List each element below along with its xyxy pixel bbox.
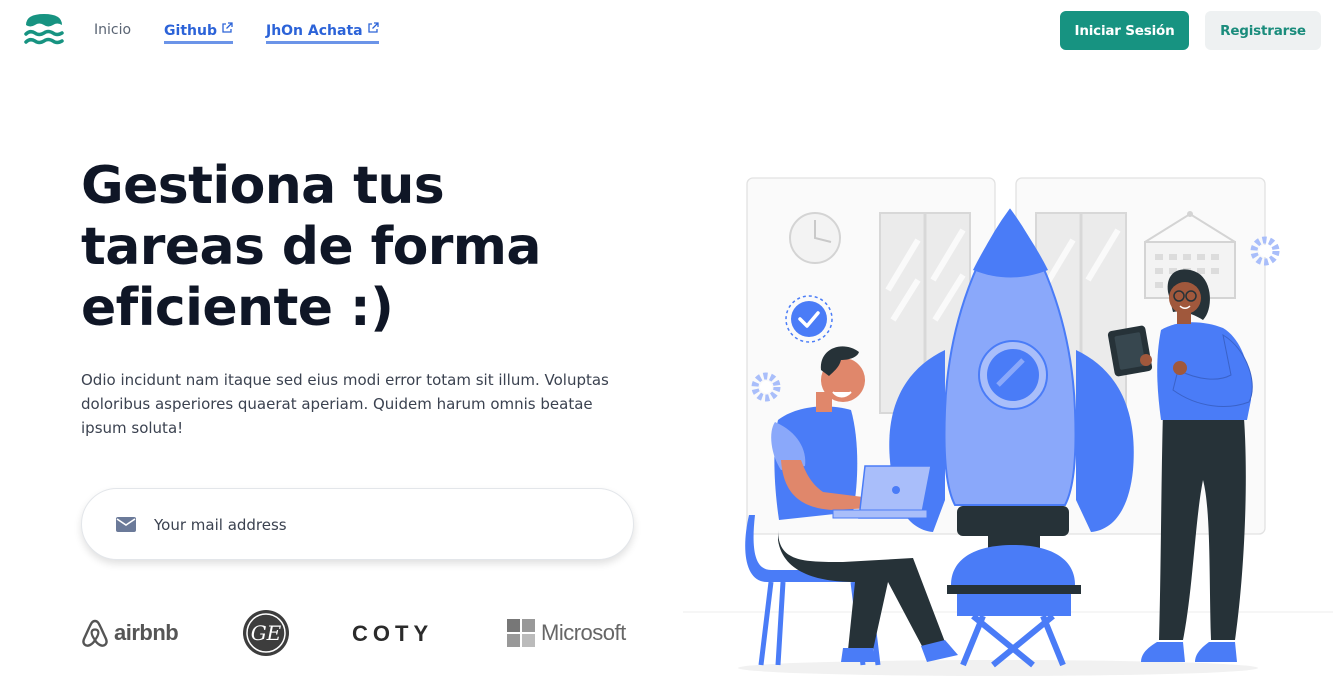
login-button[interactable]: Iniciar Sesión <box>1060 11 1189 50</box>
hero-title-line: eficiente :) <box>81 278 394 338</box>
microsoft-wordmark: Microsoft <box>541 620 626 645</box>
clock-icon <box>789 212 841 264</box>
hero-description: Odio incidunt nam itaque sed eius modi e… <box>81 371 609 437</box>
wave-logo-icon[interactable] <box>24 13 64 49</box>
airbnb-belo-icon <box>82 619 108 647</box>
coty-logo: COTY <box>352 621 433 647</box>
nav-github-label: Github <box>164 23 217 39</box>
hero-title-line: tareas de forma <box>81 217 541 277</box>
external-link-icon <box>367 18 379 42</box>
microsoft-logo: Microsoft <box>507 619 626 647</box>
airbnb-logo: airbnb <box>81 618 179 648</box>
external-link-icon <box>221 18 233 42</box>
microsoft-squares-icon <box>507 619 535 647</box>
nav-home-link[interactable]: Inicio <box>94 18 131 44</box>
envelope-icon <box>116 517 136 536</box>
nav-github-link[interactable]: Github <box>164 18 233 44</box>
airbnb-wordmark: airbnb <box>114 620 179 645</box>
hero-illustration <box>683 170 1333 685</box>
nav-author-label: JhOn Achata <box>265 23 363 39</box>
register-button[interactable]: Registrarse <box>1205 11 1321 50</box>
brand-logos: airbnb GE COTY Microsoft <box>81 604 641 660</box>
hero-title-line: Gestiona tus <box>81 156 445 216</box>
top-header: Inicio Github JhOn Achata Iniciar Sesión… <box>0 0 1341 62</box>
ge-monogram: GE <box>251 621 282 645</box>
hero-title: Gestiona tus tareas de forma eficiente :… <box>81 156 641 339</box>
email-input[interactable] <box>154 509 594 541</box>
ge-logo: GE <box>241 608 291 658</box>
nav-author-link[interactable]: JhOn Achata <box>265 18 379 44</box>
email-subscribe-box <box>81 488 634 560</box>
main-nav: Inicio Github JhOn Achata <box>94 18 412 44</box>
coty-wordmark: COTY <box>352 621 434 646</box>
